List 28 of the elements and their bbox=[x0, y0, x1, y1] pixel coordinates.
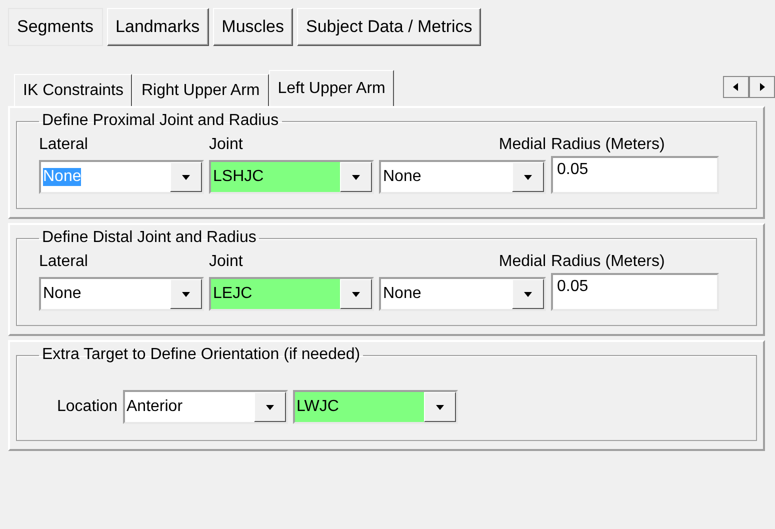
dropdown[interactable]: LSHJC bbox=[209, 160, 374, 194]
radius-field[interactable]: 0.05 bbox=[551, 273, 719, 311]
tab[interactable]: Landmarks bbox=[106, 8, 209, 46]
field-label: Medial bbox=[498, 253, 546, 271]
field-label: Radius (Meters) bbox=[551, 253, 665, 271]
group-title: Extra Target to Define Orientation (if needed) bbox=[41, 346, 362, 364]
field-label: Joint bbox=[209, 136, 243, 154]
field-label: Radius (Meters) bbox=[551, 136, 665, 154]
tab[interactable]: Right Upper Arm bbox=[132, 74, 269, 106]
dropdown[interactable]: None bbox=[379, 277, 546, 311]
dropdown[interactable]: Anterior bbox=[122, 390, 288, 424]
group-title: Define Distal Joint and Radius bbox=[41, 229, 258, 247]
field-label: Location bbox=[57, 398, 118, 416]
dropdown[interactable]: LEJC bbox=[209, 277, 374, 311]
dropdown[interactable]: None bbox=[39, 277, 204, 311]
tab[interactable]: Muscles bbox=[212, 8, 294, 46]
field-label: Medial bbox=[498, 136, 546, 154]
radius-field[interactable]: 0.05 bbox=[551, 156, 719, 194]
field-label: Lateral bbox=[39, 253, 88, 271]
tab[interactable]: Left Upper Arm bbox=[268, 70, 394, 106]
tab[interactable]: Segments bbox=[8, 8, 103, 46]
field-label: Joint bbox=[209, 253, 243, 271]
dropdown[interactable]: None bbox=[379, 160, 546, 194]
tab[interactable]: IK Constraints bbox=[14, 74, 132, 106]
tab[interactable]: Subject Data / Metrics bbox=[297, 8, 482, 46]
field-label: Lateral bbox=[39, 136, 88, 154]
dropdown[interactable]: LWJC bbox=[292, 390, 458, 424]
group-title: Define Proximal Joint and Radius bbox=[41, 112, 280, 130]
